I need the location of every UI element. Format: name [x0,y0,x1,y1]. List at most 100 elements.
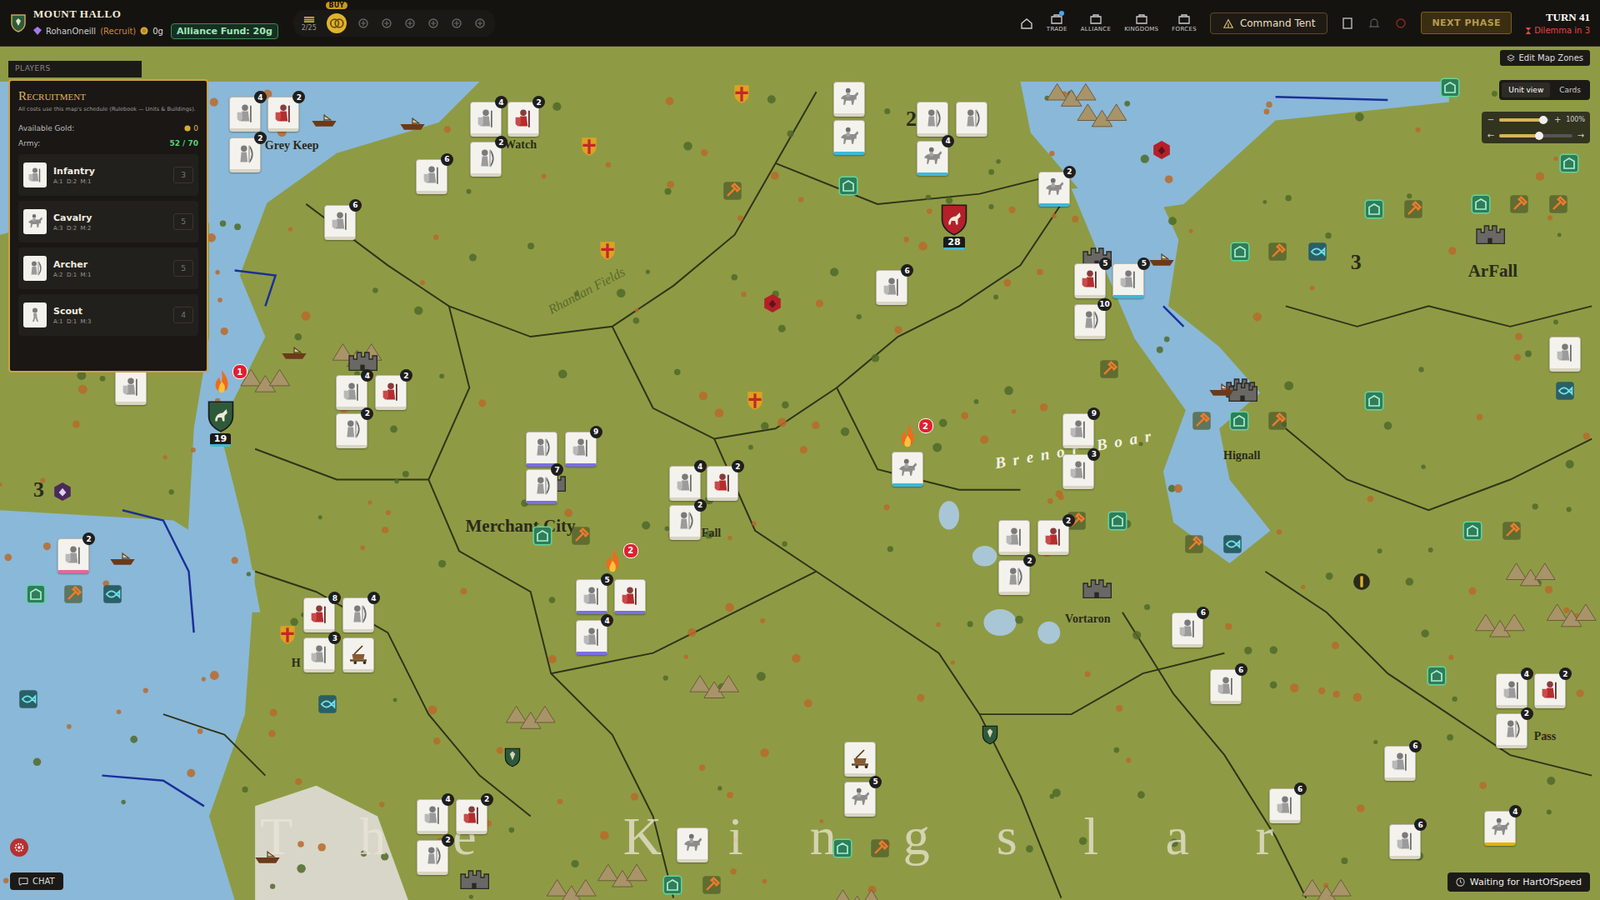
unit-token[interactable]: 4 [669,465,701,501]
unit-token[interactable]: 4 [1484,810,1516,846]
recruit-cost-button[interactable]: 5 [173,260,194,277]
pan-left-button[interactable]: ← [1486,130,1495,140]
tool-icon[interactable] [450,16,464,30]
game-map[interactable]: Grey KeepWatchRhandan FieldsMerchant Cit… [0,46,1600,900]
unit-token[interactable]: 6 [1269,788,1301,824]
unit-token[interactable]: 6 [1171,612,1204,648]
unit-token[interactable] [844,741,876,777]
next-phase-button[interactable]: NEXT PHASE [1420,11,1512,35]
unit-token[interactable]: 5 [1112,263,1145,299]
unit-token[interactable]: 6 [324,205,356,240]
unit-token[interactable]: 6 [1389,824,1421,860]
boat-icon[interactable] [108,551,137,567]
unit-token[interactable] [891,451,924,487]
unit-token[interactable]: 2 [998,560,1030,595]
flag-icon[interactable] [980,724,1000,746]
unit-token[interactable]: 2 [229,137,261,173]
tool-icon[interactable] [426,16,440,30]
hall-icon[interactable] [1230,241,1250,262]
tool-icon[interactable] [403,16,417,30]
buy-button[interactable]: BUY [326,13,347,34]
castle-icon[interactable] [1473,219,1507,246]
unit-token[interactable]: 9 [1062,413,1095,449]
boat-icon[interactable] [310,113,339,129]
unit-token[interactable]: 5 [1074,263,1106,299]
unit-token[interactable]: 4 [416,799,449,835]
unit-token[interactable]: 4 [1495,673,1528,709]
pan-right-button[interactable]: → [1576,130,1585,140]
purplehex-icon[interactable] [53,481,72,502]
boat-icon[interactable] [1207,382,1236,398]
panel-icon[interactable] [1340,16,1355,30]
unit-token[interactable]: 2 [1534,673,1566,709]
hammer-icon[interactable] [1267,410,1288,431]
unit-token[interactable]: 4 [335,375,368,410]
unit-token[interactable]: 6 [1210,669,1242,705]
battle-marker[interactable]: 1 [210,369,233,396]
recruit-cost-button[interactable]: 4 [173,306,194,324]
hall-icon[interactable] [1229,410,1250,431]
unit-token[interactable]: 2 [1038,171,1070,207]
recruit-cost-button[interactable]: 3 [173,166,194,184]
edit-map-zones-button[interactable]: Edit Map Zones [1500,50,1591,66]
hall-icon[interactable] [832,838,853,859]
hall-icon[interactable] [1426,665,1447,686]
chat-button[interactable]: CHAT [10,872,64,890]
unit-token[interactable]: 6 [415,159,448,195]
castle-icon[interactable] [345,345,380,373]
unit-token[interactable]: 7 [525,469,558,505]
supply-counter[interactable]: 2/25 [301,15,317,32]
nav-item[interactable]: ALLIANCE [1080,13,1111,33]
boat-icon[interactable] [398,116,427,132]
unit-token[interactable]: 8 [303,597,335,633]
hall-icon[interactable] [1107,510,1128,531]
unit-token[interactable] [955,101,988,137]
cross-icon[interactable] [732,83,751,105]
unit-token[interactable]: 2 [507,101,540,137]
unit-token[interactable] [115,370,147,405]
unit-token[interactable]: 4 [916,140,949,176]
hammer-icon[interactable] [570,525,591,546]
view-option[interactable]: Unit view [1501,82,1550,98]
unit-token[interactable]: 2 [335,413,368,449]
nav-item[interactable]: TRADE [1046,13,1068,33]
army-marker[interactable]: 28 [938,203,970,250]
hall-icon[interactable] [25,584,46,605]
unit-token[interactable]: 4 [575,620,608,655]
unit-token[interactable] [525,431,558,467]
hall-icon[interactable] [1559,153,1580,174]
unit-token[interactable]: 2 [1037,520,1070,555]
unit-token[interactable]: 2 [375,375,407,410]
unit-token[interactable] [1549,336,1581,372]
hex-icon[interactable] [763,293,782,314]
unit-token[interactable] [676,827,709,863]
castle-icon[interactable] [1080,573,1114,600]
unit-token[interactable] [833,81,865,117]
recruit-row[interactable]: CavalryA:3 D:2 M:25 [18,200,199,243]
hammer-icon[interactable] [722,180,743,201]
boat-icon[interactable] [253,850,282,865]
unit-token[interactable]: 3 [303,637,335,673]
boat-icon[interactable] [1147,252,1176,268]
view-option[interactable]: Cards [1552,82,1588,98]
nav-item[interactable]: KINGDOMS [1124,13,1159,33]
hammer-icon[interactable] [63,584,84,605]
hall-icon[interactable] [1462,520,1483,541]
unit-token[interactable]: 4 [342,597,375,633]
cross-icon[interactable] [745,390,765,412]
unit-token[interactable]: 2 [669,505,701,540]
battle-marker[interactable]: 2 [896,423,919,450]
hammer-icon[interactable] [1403,199,1424,220]
castle-icon[interactable] [457,864,491,891]
boat-icon[interactable] [280,345,309,361]
hammer-icon[interactable] [1184,534,1205,555]
recruit-row[interactable]: ArcherA:2 D:1 M:15 [18,247,199,290]
hall-icon[interactable] [532,525,553,546]
unit-token[interactable]: 2 [416,840,449,875]
unit-token[interactable]: 5 [575,579,608,615]
unit-token[interactable]: 4 [470,101,502,137]
hall-icon[interactable] [1364,199,1385,220]
hall-icon[interactable] [662,875,683,895]
tool-icon[interactable] [473,16,487,30]
unit-token[interactable] [342,637,375,673]
